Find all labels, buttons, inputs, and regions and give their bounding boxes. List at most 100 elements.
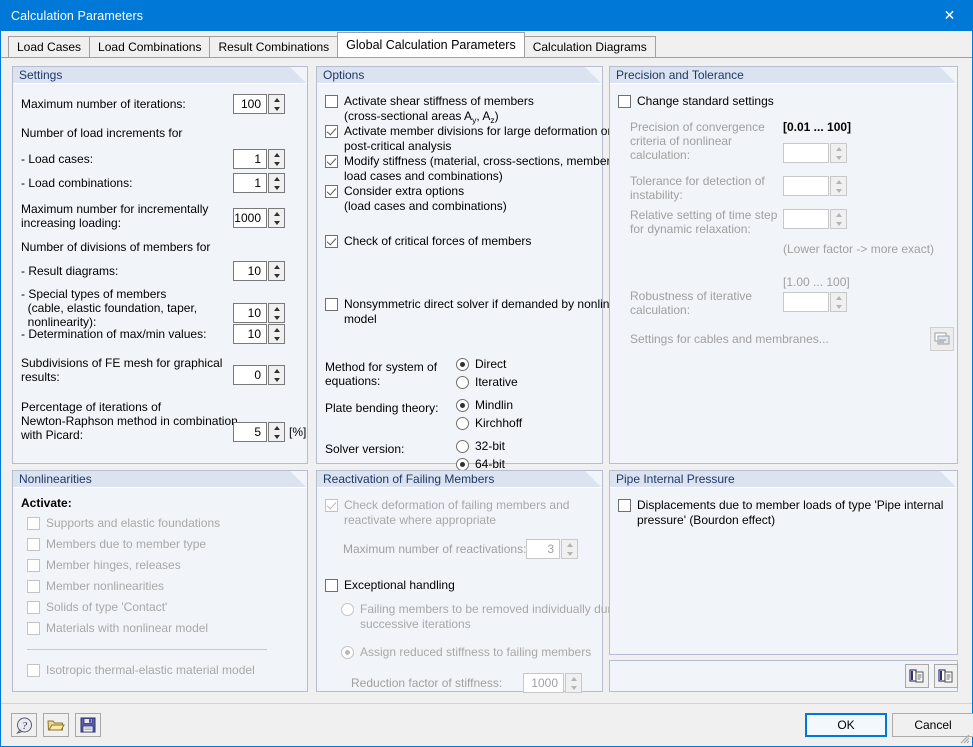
spin-down-icon[interactable] (566, 683, 581, 692)
spin-up-icon[interactable] (269, 174, 284, 183)
checkbox-box[interactable] (325, 125, 338, 138)
reduction-factor-spin-buttons[interactable] (565, 673, 582, 693)
spin-down-icon[interactable] (831, 186, 846, 195)
checkbox-solids-of-type-contact[interactable]: Solids of type 'Contact' (27, 600, 167, 615)
spin-down-icon[interactable] (269, 334, 284, 343)
spin-down-icon[interactable] (831, 153, 846, 162)
copy-page-icon-1[interactable] (905, 664, 929, 688)
radio-assign-reduced-stiffness[interactable]: Assign reduced stiffness to failing memb… (341, 645, 591, 660)
checkbox-check-critical-forces[interactable]: Check of critical forces of members (325, 234, 531, 249)
result-diagrams-spin-buttons[interactable] (268, 261, 285, 281)
spin-up-icon[interactable] (269, 262, 284, 271)
load-cases-spin-buttons[interactable] (268, 149, 285, 169)
robustness-input[interactable] (783, 292, 829, 312)
spin-down-icon[interactable] (562, 549, 577, 558)
radio-circle[interactable] (341, 603, 354, 616)
radio-circle[interactable] (456, 358, 469, 371)
maxmin-stepper[interactable]: 10 (233, 324, 285, 344)
instability-input[interactable] (783, 176, 829, 196)
radio-plate-kirchhoff[interactable]: Kirchhoff (456, 416, 522, 431)
convergence-stepper[interactable] (783, 143, 847, 163)
checkbox-box[interactable] (27, 517, 40, 530)
checkbox-modify-stiffness[interactable]: Modify stiffness (material, cross-sectio… (325, 154, 620, 184)
radio-circle[interactable] (341, 646, 354, 659)
checkbox-box[interactable] (27, 664, 40, 677)
checkbox-box[interactable] (27, 622, 40, 635)
settings-dialog-icon[interactable] (930, 327, 954, 351)
checkbox-member-hinges-releases[interactable]: Member hinges, releases (27, 558, 181, 573)
picard-stepper[interactable]: 5 (233, 422, 285, 442)
special-types-stepper[interactable]: 10 (233, 303, 285, 323)
tab-load-cases[interactable]: Load Cases (8, 36, 90, 57)
spin-down-icon[interactable] (831, 302, 846, 311)
spin-up-icon[interactable] (831, 210, 846, 219)
spin-down-icon[interactable] (269, 313, 284, 322)
special-types-input[interactable]: 10 (233, 303, 267, 323)
fe-mesh-stepper[interactable]: 0 (233, 365, 285, 385)
max-incremental-stepper[interactable]: 1000 (233, 208, 285, 228)
spin-up-icon[interactable] (831, 144, 846, 153)
checkbox-members-due-to-member-type[interactable]: Members due to member type (27, 537, 206, 552)
checkbox-box[interactable] (325, 185, 338, 198)
max-reactivations-stepper[interactable]: 3 (526, 539, 578, 559)
checkbox-box[interactable] (325, 155, 338, 168)
radio-circle[interactable] (456, 417, 469, 430)
spin-down-icon[interactable] (269, 159, 284, 168)
picard-spin-buttons[interactable] (268, 422, 285, 442)
timestep-spin-buttons[interactable] (830, 209, 847, 229)
max-iterations-stepper[interactable]: 100 (233, 94, 285, 114)
maxmin-spin-buttons[interactable] (268, 324, 285, 344)
max-reactivations-spin-buttons[interactable] (561, 539, 578, 559)
checkbox-change-standard-settings[interactable]: Change standard settings (618, 94, 774, 109)
checkbox-box[interactable] (325, 95, 338, 108)
radio-solver-32bit[interactable]: 32-bit (456, 439, 505, 454)
reduction-factor-stepper[interactable]: 1000 (523, 673, 582, 693)
checkbox-displacements-pipe-internal-pressure[interactable]: Displacements due to member loads of typ… (618, 498, 943, 528)
load-combinations-spin-buttons[interactable] (268, 173, 285, 193)
checkbox-check-deformation-failing-members[interactable]: Check deformation of failing members and… (325, 498, 569, 528)
checkbox-materials-with-nonlinear-model[interactable]: Materials with nonlinear model (27, 621, 208, 636)
checkbox-box[interactable] (325, 235, 338, 248)
checkbox-box[interactable] (618, 95, 631, 108)
max-iterations-input[interactable]: 100 (233, 94, 267, 114)
spin-up-icon[interactable] (269, 209, 284, 218)
spin-down-icon[interactable] (269, 375, 284, 384)
reduction-factor-input[interactable]: 1000 (523, 673, 564, 693)
open-folder-icon[interactable] (43, 713, 69, 737)
tab-calculation-diagrams[interactable]: Calculation Diagrams (524, 36, 656, 57)
spin-up-icon[interactable] (269, 304, 284, 313)
special-types-spin-buttons[interactable] (268, 303, 285, 323)
spin-up-icon[interactable] (269, 325, 284, 334)
checkbox-box[interactable] (325, 579, 338, 592)
radio-method-direct[interactable]: Direct (456, 357, 506, 372)
load-cases-input[interactable]: 1 (233, 149, 267, 169)
instability-spin-buttons[interactable] (830, 176, 847, 196)
spin-down-icon[interactable] (269, 218, 284, 227)
robustness-spin-buttons[interactable] (830, 292, 847, 312)
checkbox-consider-extra-options[interactable]: Consider extra options(load cases and co… (325, 184, 507, 214)
spin-down-icon[interactable] (269, 271, 284, 280)
resize-grip-icon[interactable] (958, 732, 970, 744)
load-combinations-stepper[interactable]: 1 (233, 173, 285, 193)
spin-up-icon[interactable] (269, 95, 284, 104)
save-disk-icon[interactable] (75, 713, 101, 737)
spin-up-icon[interactable] (269, 366, 284, 375)
copy-page-icon-2[interactable] (934, 664, 958, 688)
tab-result-combinations[interactable]: Result Combinations (209, 36, 338, 57)
checkbox-exceptional-handling[interactable]: Exceptional handling (325, 578, 455, 593)
spin-up-icon[interactable] (831, 293, 846, 302)
spin-up-icon[interactable] (562, 540, 577, 549)
radio-circle[interactable] (456, 440, 469, 453)
checkbox-supports-elastic-foundations[interactable]: Supports and elastic foundations (27, 516, 220, 531)
spin-down-icon[interactable] (831, 219, 846, 228)
close-icon[interactable]: ✕ (927, 1, 972, 31)
ok-button[interactable]: OK (805, 713, 887, 737)
spin-down-icon[interactable] (269, 432, 284, 441)
checkbox-box[interactable] (27, 559, 40, 572)
radio-plate-mindlin[interactable]: Mindlin (456, 398, 513, 413)
cables-membranes-label[interactable]: Settings for cables and membranes... (630, 332, 829, 347)
checkbox-member-nonlinearities[interactable]: Member nonlinearities (27, 579, 164, 594)
max-incremental-input[interactable]: 1000 (233, 208, 267, 228)
max-iterations-spin-buttons[interactable] (268, 94, 285, 114)
spin-up-icon[interactable] (269, 423, 284, 432)
